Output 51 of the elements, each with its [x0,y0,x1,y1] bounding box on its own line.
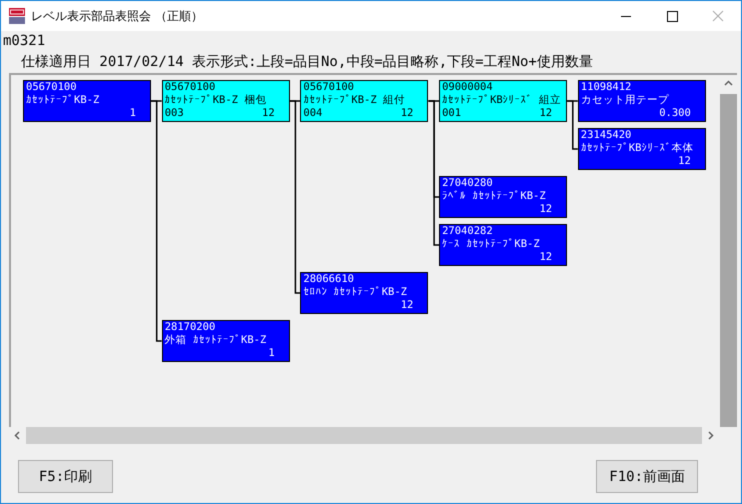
scrollbar-thumb[interactable] [720,94,737,427]
part-node[interactable]: 27040282 ｹｰｽ ｶｾｯﾄﾃｰﾌﾟKB-Z 12 [439,224,568,266]
item-name: ﾗﾍﾞﾙ ｶｾｯﾄﾃｰﾌﾟKB-Z [442,190,547,203]
item-number: 05670100 [26,81,78,94]
scrollbar-thumb[interactable] [26,427,702,444]
quantity: 12 [539,107,552,120]
quantity: 12 [400,107,414,120]
item-name: ｶｾｯﾄﾃｰﾌﾟKBｼﾘｰｽﾞ 組立 [442,94,562,107]
part-node[interactable]: 05670100 ｶｾｯﾄﾃｰﾌﾟKB-Z 梱包 003 12 [162,80,290,122]
quantity: 1 [268,347,275,360]
app-icon [9,8,25,24]
part-node[interactable]: 28066610 ｾﾛﾊﾝ ｶｾｯﾄﾃｰﾌﾟKB-Z 12 [300,272,428,314]
item-number: 11098412 [580,81,632,94]
part-node[interactable]: 23145420 ｶｾｯﾄﾃｰﾌﾟKBｼﾘｰｽﾞ本体 12 [578,128,706,170]
quantity: 1 [130,107,136,120]
function-key-button[interactable]: F10:前画面 [596,460,698,493]
item-number: 23145420 [580,129,632,142]
part-node[interactable]: 09000004 ｶｾｯﾄﾃｰﾌﾟKBｼﾘｰｽﾞ 組立 001 12 [439,80,568,122]
quantity: 12 [678,155,691,168]
item-number: 09000004 [442,81,494,94]
process-number: 003 [164,107,184,120]
quantity: 12 [400,299,414,312]
part-node[interactable]: 11098412 カセット用テープ 0.300 [578,80,706,122]
process-number: 001 [442,107,462,120]
quantity: 12 [539,203,552,216]
part-node[interactable]: 27040280 ﾗﾍﾞﾙ ｶｾｯﾄﾃｰﾌﾟKB-Z 12 [439,176,568,218]
function-key-button[interactable]: F5:印刷 [18,460,113,493]
item-number: 27040282 [442,225,494,238]
quantity: 0.300 [659,107,691,120]
item-name: ｶｾｯﾄﾃｰﾌﾟKB-Z 梱包 [164,94,268,107]
item-number: 28170200 [164,321,216,334]
item-number: 27040280 [442,177,494,190]
item-number: 05670100 [303,81,355,94]
item-name: ｶｾｯﾄﾃｰﾌﾟKBｼﾘｰｽﾞ本体 [580,142,694,155]
window-title: レベル表示部品表照会 （正順） [31,8,204,24]
item-name: 外箱 ｶｾｯﾄﾃｰﾌﾟKB-Z [164,334,268,347]
header-text: 仕様適用日 2017/02/14 表示形式:上段=品目No,中段=品目略称,下段=工程No+使用数量 [20,53,594,72]
item-number: 28066610 [303,273,355,286]
item-name: ｹｰｽ ｶｾｯﾄﾃｰﾌﾟKB-Z [442,238,541,251]
item-name: ｶｾｯﾄﾃｰﾌﾟKB-Z 組付 [303,94,406,107]
process-number: 004 [303,107,322,120]
item-name: ｾﾛﾊﾝ ｶｾｯﾄﾃｰﾌﾟKB-Z [303,286,408,299]
item-number: 05670100 [164,81,216,94]
item-name: カセット用テープ [580,94,670,107]
part-node[interactable]: 05670100 ｶｾｯﾄﾃｰﾌﾟKB-Z 1 [23,80,151,122]
form-id: m0321 [2,32,46,51]
quantity: 12 [262,107,275,120]
item-name: ｶｾｯﾄﾃｰﾌﾟKB-Z [26,94,100,107]
part-node[interactable]: 05670100 ｶｾｯﾄﾃｰﾌﾟKB-Z 組付 004 12 [300,80,428,122]
part-node[interactable]: 28170200 外箱 ｶｾｯﾄﾃｰﾌﾟKB-Z 1 [162,320,290,362]
quantity: 12 [539,251,552,264]
